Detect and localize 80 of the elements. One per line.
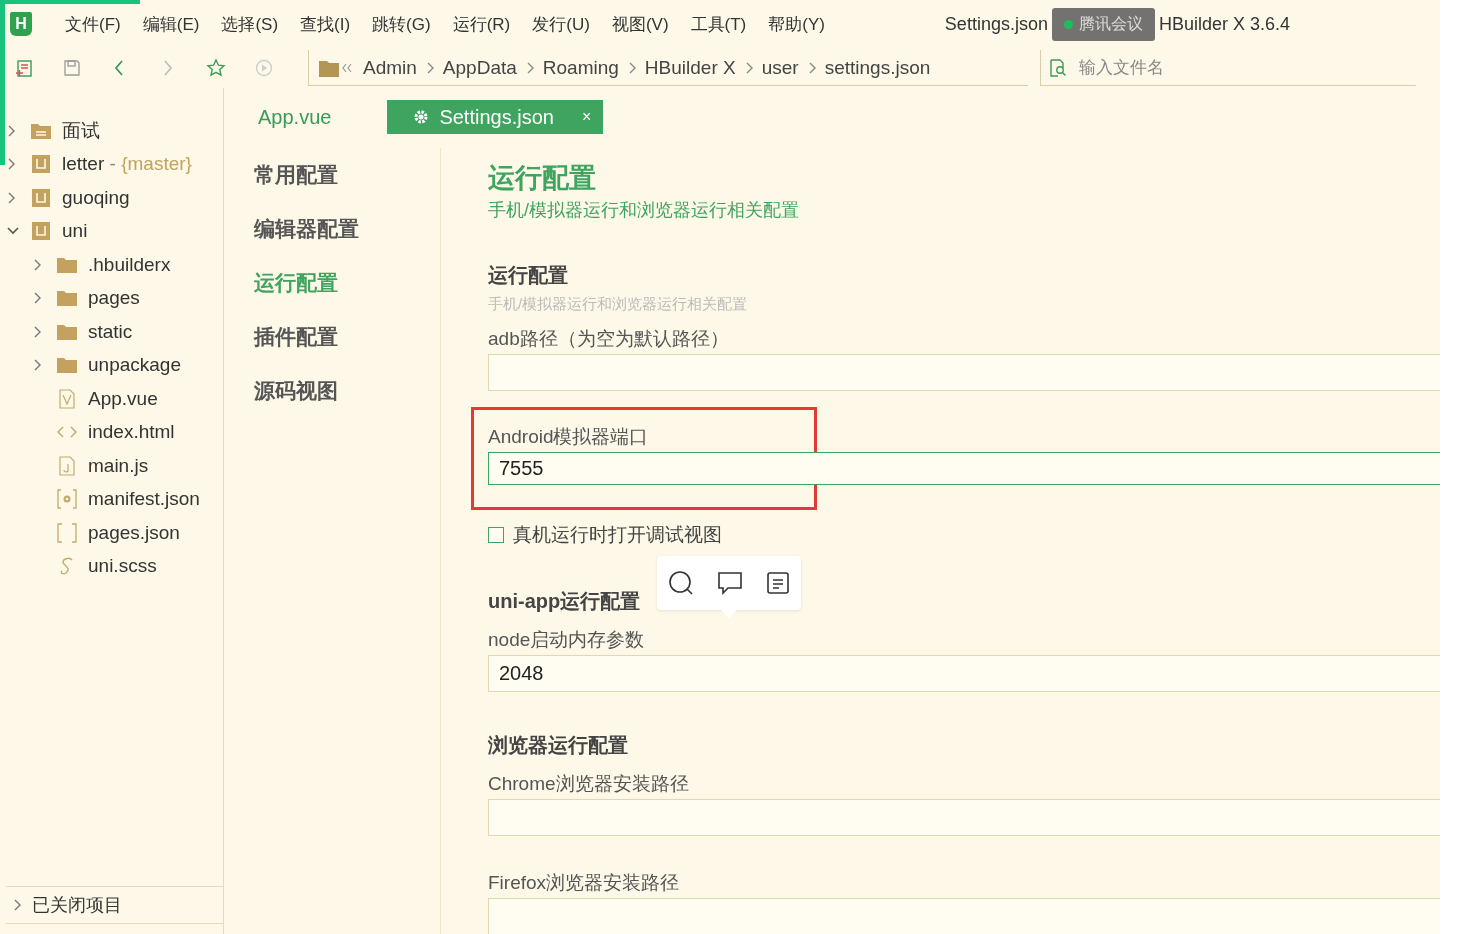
window-title: Settings.json bbox=[944, 13, 1048, 35]
tree-item[interactable]: static bbox=[6, 315, 223, 349]
section-description: 手机/模拟器运行和浏览器运行相关配置 bbox=[488, 295, 748, 314]
search-icon[interactable] bbox=[668, 570, 695, 596]
folder-icon bbox=[57, 256, 77, 273]
brackets-icon bbox=[57, 522, 77, 543]
file-icon bbox=[59, 388, 75, 409]
closed-projects-item[interactable]: 已关闭项目 bbox=[6, 886, 223, 923]
gear-icon bbox=[413, 109, 430, 125]
star-icon[interactable] bbox=[206, 58, 226, 78]
settings-nav-item[interactable]: 常用配置 bbox=[254, 148, 440, 202]
menu-item[interactable]: 帮助(Y) bbox=[757, 8, 836, 40]
tree-item[interactable]: .hbuilderx bbox=[6, 248, 223, 282]
search-icon bbox=[1049, 58, 1067, 77]
field-label: node启动内存参数 bbox=[488, 628, 645, 652]
checkbox[interactable] bbox=[488, 527, 504, 543]
input-field[interactable] bbox=[488, 898, 1440, 934]
code-icon bbox=[57, 425, 77, 440]
field-label: Firefox浏览器安装路径 bbox=[488, 871, 680, 895]
menu-item[interactable]: 发行(U) bbox=[521, 8, 601, 40]
breadcrumb-link[interactable]: settings.json bbox=[824, 56, 931, 79]
comment-icon[interactable] bbox=[717, 570, 743, 596]
breadcrumb-link[interactable]: Roaming bbox=[542, 56, 619, 79]
settings-nav-item[interactable]: 编辑器配置 bbox=[254, 202, 440, 256]
breadcrumb-link[interactable]: Admin bbox=[363, 56, 417, 79]
section-heading: 运行配置 bbox=[488, 263, 568, 288]
app-logo: H bbox=[10, 12, 32, 36]
tree-item[interactable]: pages bbox=[6, 281, 223, 315]
save-icon[interactable] bbox=[62, 58, 82, 78]
folder-icon bbox=[31, 122, 51, 139]
chevron-right-icon[interactable] bbox=[12, 898, 22, 912]
menu-item[interactable]: 跳转(G) bbox=[361, 8, 442, 40]
tree-item[interactable]: manifest.json bbox=[6, 482, 223, 516]
input-field[interactable]: 7555 bbox=[488, 452, 1440, 485]
menu-item[interactable]: 工具(T) bbox=[679, 8, 758, 40]
checkbox-label: 真机运行时打开调试视图 bbox=[513, 523, 722, 547]
project-icon bbox=[32, 222, 50, 241]
menu-item[interactable]: 文件(F) bbox=[54, 8, 132, 40]
project-icon bbox=[32, 155, 50, 174]
menu-item[interactable]: 编辑(E) bbox=[131, 8, 211, 40]
breadcrumb-link[interactable]: AppData bbox=[442, 56, 517, 79]
window-title: HBuilder X 3.6.4 bbox=[1158, 13, 1290, 35]
tree-item[interactable]: 面试 bbox=[6, 114, 223, 148]
menu-item[interactable]: 选择(S) bbox=[210, 8, 290, 40]
meeting-overlay[interactable]: 腾讯会议 bbox=[1051, 7, 1155, 41]
section-heading: uni-app运行配置 bbox=[488, 589, 641, 614]
field-label: adb路径（为空为默认路径） bbox=[488, 327, 729, 351]
folder-icon bbox=[57, 290, 77, 307]
gear-file-icon bbox=[57, 489, 77, 510]
tree-item[interactable]: unpackage bbox=[6, 348, 223, 382]
breadcrumb-link[interactable]: user bbox=[761, 56, 799, 79]
field-label: Chrome浏览器安装路径 bbox=[488, 772, 689, 796]
menu-item[interactable]: 视图(V) bbox=[600, 8, 680, 40]
settings-nav-item[interactable]: 插件配置 bbox=[254, 310, 440, 364]
input-field[interactable]: 2048 bbox=[488, 655, 1440, 692]
tree-item[interactable]: App.vue bbox=[6, 382, 223, 416]
file-icon bbox=[59, 455, 75, 476]
folder-icon bbox=[57, 357, 77, 374]
project-icon bbox=[32, 188, 50, 207]
input-field[interactable] bbox=[488, 799, 1440, 836]
tree-item[interactable]: uni bbox=[6, 214, 223, 248]
breadcrumb-link[interactable]: HBuilder X bbox=[644, 56, 736, 79]
page-title: 运行配置 bbox=[488, 162, 596, 195]
page-subtitle: 手机/模拟器运行和浏览器运行相关配置 bbox=[488, 199, 799, 222]
tree-item[interactable]: index.html bbox=[6, 415, 223, 449]
tree-item[interactable]: main.js bbox=[6, 449, 223, 483]
menu-item[interactable]: 查找(I) bbox=[289, 8, 362, 40]
new-file-icon[interactable] bbox=[14, 58, 34, 78]
section-heading: 浏览器运行配置 bbox=[488, 733, 628, 758]
input-field[interactable] bbox=[488, 354, 1440, 391]
field-label: Android模拟器端口 bbox=[488, 425, 650, 449]
folder-icon bbox=[57, 323, 77, 340]
note-icon[interactable] bbox=[765, 571, 790, 595]
tree-item[interactable]: uni.scss bbox=[6, 549, 223, 583]
menu-item[interactable]: 运行(R) bbox=[441, 8, 522, 40]
settings-nav-item[interactable]: 源码视图 bbox=[254, 364, 440, 418]
file-search-field[interactable]: 输入文件名 bbox=[1077, 56, 1381, 79]
tree-item[interactable]: letter - {master} bbox=[6, 147, 223, 181]
tree-item[interactable]: guoqing bbox=[6, 181, 223, 215]
tree-item[interactable]: pages.json bbox=[6, 516, 223, 550]
